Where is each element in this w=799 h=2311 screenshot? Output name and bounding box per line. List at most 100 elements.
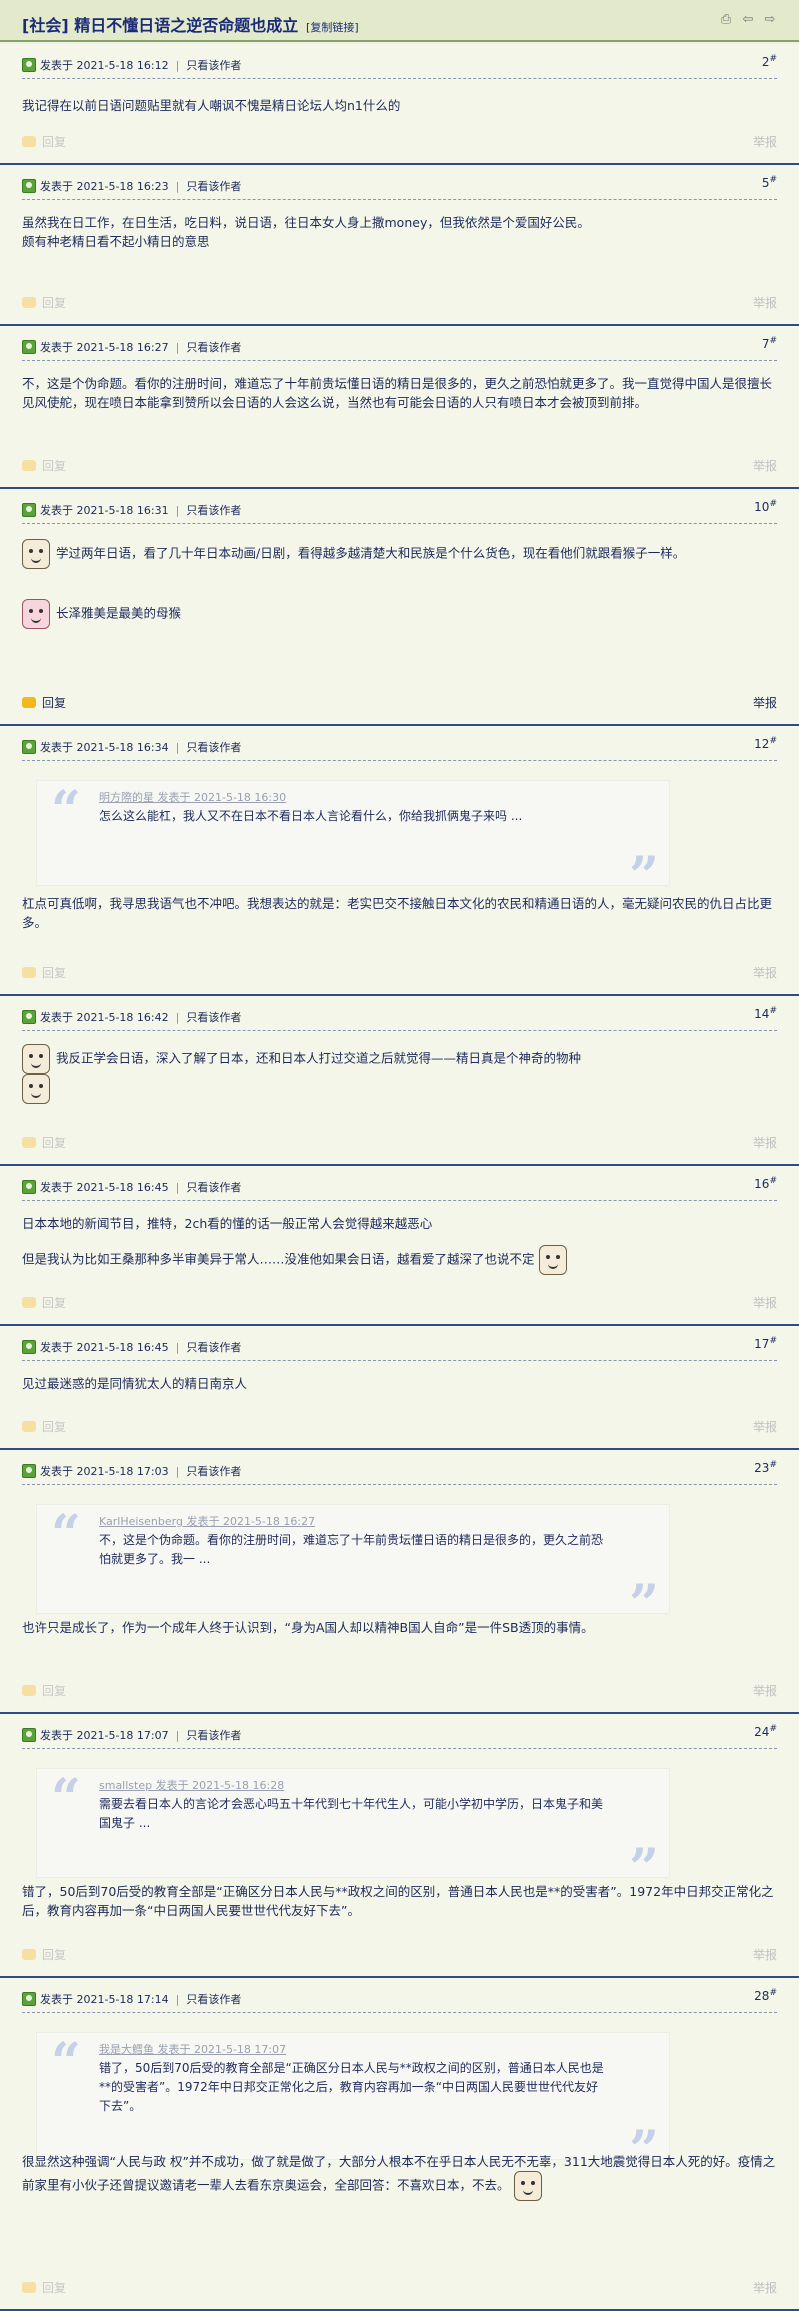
post-time: 2021-5-18 16:45	[76, 1180, 169, 1194]
divider	[22, 2012, 777, 2013]
post-meta: 发表于 2021-5-18 16:34 | 只看该作者	[22, 738, 777, 756]
post-text: 杠点可真低啊，我寻思我语气也不冲吧。我想表达的就是：老实巴交不接触日本文化的农民…	[22, 896, 773, 930]
floor-number[interactable]: 24#	[754, 1724, 777, 1739]
only-author-link[interactable]: 只看该作者	[186, 502, 241, 518]
quote-author[interactable]: smallstep 发表于 2021-5-18 16:28	[99, 1777, 284, 1793]
report-button[interactable]: 举报	[753, 964, 777, 981]
posted-label: 发表于	[40, 1341, 73, 1354]
floor-number[interactable]: 16#	[754, 1176, 777, 1191]
reply-icon	[22, 1297, 36, 1308]
post-time: 2021-5-18 17:14	[76, 1992, 169, 2006]
only-author-link[interactable]: 只看该作者	[186, 57, 241, 73]
copy-link-button[interactable]: [复制链接]	[306, 21, 359, 34]
smiley-icon	[22, 1074, 50, 1104]
floor-number[interactable]: 28#	[754, 1988, 777, 2003]
only-author-link[interactable]: 只看该作者	[186, 1179, 241, 1195]
reply-button[interactable]: 回复	[22, 294, 66, 311]
author-icon[interactable]	[22, 1464, 36, 1478]
report-button[interactable]: 举报	[753, 133, 777, 150]
floor-number[interactable]: 7#	[762, 336, 777, 351]
divider	[22, 1030, 777, 1031]
quote-author[interactable]: KarlHeisenberg 发表于 2021-5-18 16:27	[99, 1513, 315, 1529]
reply-button[interactable]: 回复	[22, 2279, 66, 2296]
post-footer: 回复 举报	[22, 133, 777, 149]
post-footer: 回复 举报	[22, 1418, 777, 1434]
quote-text: 不，这是个伪命题。看你的注册时间，难道忘了十年前贵坛懂日语的精日是很多的，更久之…	[99, 1533, 604, 1566]
floor-number[interactable]: 12#	[754, 736, 777, 751]
floor-number[interactable]: 2#	[762, 54, 777, 69]
post-text: 很显然这种强调“人民与政 权”并不成功，做了就是做了，大部分人根本不在乎日本人民…	[22, 2154, 776, 2193]
author-icon[interactable]	[22, 1992, 36, 2006]
quote-author[interactable]: 我是大鳕鱼 发表于 2021-5-18 17:07	[99, 2041, 286, 2057]
only-author-link[interactable]: 只看该作者	[186, 739, 241, 755]
floor-number[interactable]: 14#	[754, 1006, 777, 1021]
divider	[22, 523, 777, 524]
quote-author[interactable]: 明方際的星 发表于 2021-5-18 16:30	[99, 789, 286, 805]
floor-number[interactable]: 23#	[754, 1460, 777, 1475]
report-button[interactable]: 举报	[753, 694, 777, 711]
reply-button[interactable]: 回复	[22, 457, 66, 474]
only-author-link[interactable]: 只看该作者	[186, 1727, 241, 1743]
reply-button[interactable]: 回复	[22, 1418, 66, 1435]
author-icon[interactable]	[22, 340, 36, 354]
report-button[interactable]: 举报	[753, 1682, 777, 1699]
divider	[22, 1748, 777, 1749]
reply-button[interactable]: 回复	[22, 1134, 66, 1151]
reply-icon	[22, 1949, 36, 1960]
only-author-link[interactable]: 只看该作者	[186, 178, 241, 194]
only-author-link[interactable]: 只看该作者	[186, 1463, 241, 1479]
post-content: 日本本地的新闻节目，推特，2ch看的懂的话一般正常人会觉得越来越恶心 但是我认为比…	[22, 1214, 777, 1275]
reply-button[interactable]: 回复	[22, 964, 66, 981]
author-icon[interactable]	[22, 58, 36, 72]
author-icon[interactable]	[22, 1728, 36, 1742]
only-author-link[interactable]: 只看该作者	[186, 339, 241, 355]
author-icon[interactable]	[22, 740, 36, 754]
report-button[interactable]: 举报	[753, 1294, 777, 1311]
author-icon[interactable]	[22, 1340, 36, 1354]
only-author-link[interactable]: 只看该作者	[186, 1339, 241, 1355]
author-icon[interactable]	[22, 179, 36, 193]
quote-open-icon: “	[51, 1768, 81, 1829]
thread-title: [社会] 精日不懂日语之逆否命题也成立	[22, 16, 299, 35]
post-footer: 回复 举报	[22, 694, 777, 710]
post-content: 虽然我在日工作，在日生活，吃日料，说日语，往日本女人身上撒money，但我依然是…	[22, 213, 777, 251]
report-button[interactable]: 举报	[753, 2279, 777, 2296]
only-author-link[interactable]: 只看该作者	[186, 1991, 241, 2007]
report-button[interactable]: 举报	[753, 1134, 777, 1151]
floor-number[interactable]: 10#	[754, 499, 777, 514]
floor-number[interactable]: 5#	[762, 175, 777, 190]
smiley-icon	[538, 1245, 567, 1275]
divider	[22, 1484, 777, 1485]
post-meta: 发表于 2021-5-18 17:03 | 只看该作者	[22, 1462, 777, 1480]
post-text: 日本本地的新闻节目，推特，2ch看的懂的话一般正常人会觉得越来越恶心	[22, 1216, 433, 1231]
reply-button[interactable]: 回复	[22, 133, 66, 150]
print-icon[interactable]: ⎙	[719, 13, 733, 27]
post-footer: 回复 举报	[22, 964, 777, 980]
report-button[interactable]: 举报	[753, 1418, 777, 1435]
reply-button[interactable]: 回复	[22, 1294, 66, 1311]
report-button[interactable]: 举报	[753, 294, 777, 311]
post: 发表于 2021-5-18 17:03 | 只看该作者 23# “ KarlHeisenb…	[0, 1450, 799, 1714]
floor-number[interactable]: 17#	[754, 1336, 777, 1351]
reply-icon	[22, 1421, 36, 1432]
post: 发表于 2021-5-18 17:07 | 只看该作者 24# “ smallstep 发…	[0, 1714, 799, 1978]
reply-button[interactable]: 回复	[22, 1682, 66, 1699]
next-thread-icon[interactable]: ⇨	[763, 13, 777, 27]
previous-thread-icon[interactable]: ⇦	[741, 13, 755, 27]
reply-icon	[22, 136, 36, 147]
post-meta: 发表于 2021-5-18 16:42 | 只看该作者	[22, 1008, 777, 1026]
smiley-icon	[513, 2171, 542, 2201]
quote-text: 怎么这么能杠，我人又不在日本不看日本人言论看什么，你给我抓俩鬼子来吗 ...	[99, 809, 523, 823]
only-author-link[interactable]: 只看该作者	[186, 1009, 241, 1025]
author-icon[interactable]	[22, 503, 36, 517]
author-icon[interactable]	[22, 1180, 36, 1194]
reply-icon	[22, 460, 36, 471]
report-button[interactable]: 举报	[753, 1946, 777, 1963]
report-button[interactable]: 举报	[753, 457, 777, 474]
post-content: 也许只是成长了，作为一个成年人终于认识到，“身为A国人却以精神B国人自命”是一件…	[22, 1618, 777, 1637]
quote-block: “ 我是大鳕鱼 发表于 2021-5-18 17:07 错了，50后到70后受的教育…	[36, 2032, 670, 2177]
reply-button[interactable]: 回复	[22, 694, 66, 711]
separator: |	[175, 1728, 180, 1742]
reply-button[interactable]: 回复	[22, 1946, 66, 1963]
author-icon[interactable]	[22, 1010, 36, 1024]
